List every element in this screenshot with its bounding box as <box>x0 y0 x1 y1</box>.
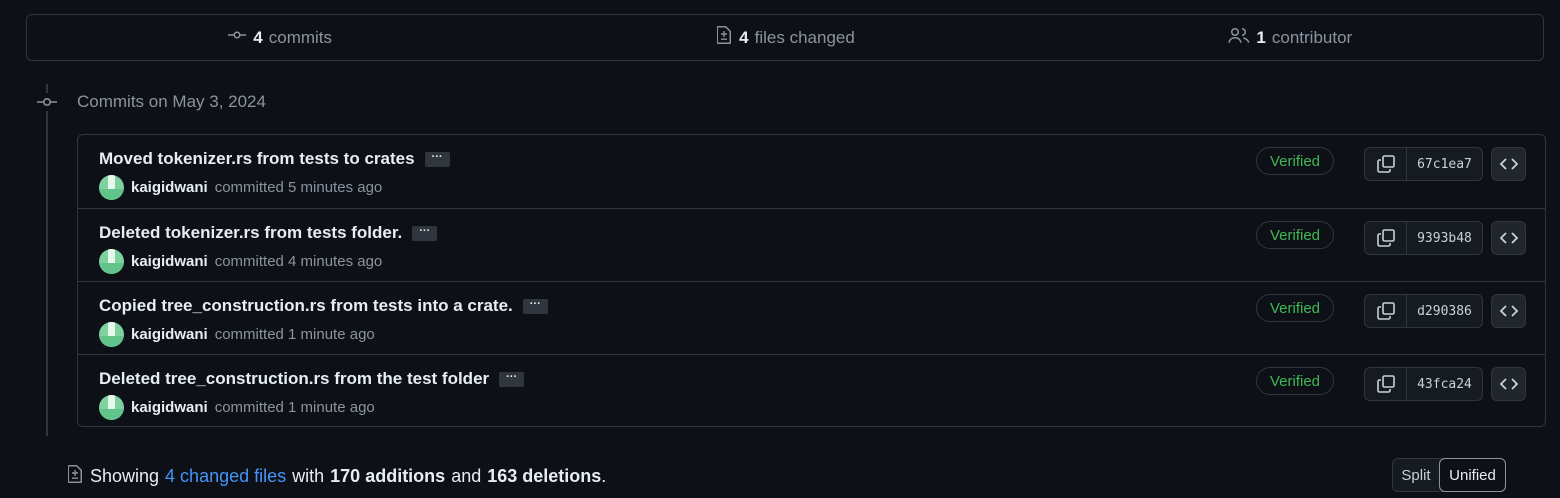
sha-group: 67c1ea7 <box>1364 147 1483 181</box>
file-diff-icon <box>66 464 84 489</box>
people-icon <box>1228 26 1250 49</box>
browse-repository-button[interactable] <box>1491 221 1526 255</box>
commit-author-link[interactable]: kaigidwani <box>131 253 208 270</box>
avatar[interactable] <box>99 322 124 347</box>
commit-author-link[interactable]: kaigidwani <box>131 399 208 416</box>
verified-badge[interactable]: Verified <box>1256 147 1334 175</box>
commit-message-link[interactable]: Moved tokenizer.rs from tests to crates <box>99 149 415 169</box>
unified-view-button[interactable]: Unified <box>1439 458 1506 492</box>
commit-sha-link[interactable]: 9393b48 <box>1407 231 1482 246</box>
avatar[interactable] <box>99 395 124 420</box>
commit-list: Moved tokenizer.rs from tests to crates … <box>77 134 1546 427</box>
commit-row: Deleted tree_construction.rs from the te… <box>78 354 1545 426</box>
copy-icon <box>1376 155 1395 173</box>
commits-count: 4 <box>253 27 263 47</box>
commit-row: Copied tree_construction.rs from tests i… <box>78 281 1545 354</box>
summary-commits[interactable]: 4 commits <box>27 27 532 48</box>
commit-row: Deleted tokenizer.rs from tests folder. … <box>78 208 1545 281</box>
avatar[interactable] <box>99 249 124 274</box>
sha-group: d290386 <box>1364 294 1483 328</box>
summary-files-changed[interactable]: 4 files changed <box>532 25 1037 50</box>
file-diff-icon <box>715 25 733 50</box>
git-commit-icon <box>227 27 247 48</box>
copy-sha-button[interactable] <box>1365 222 1407 254</box>
showing-prefix: Showing <box>90 466 160 486</box>
copy-icon <box>1376 375 1395 393</box>
timeline-line <box>46 84 48 436</box>
commit-time: committed 5 minutes ago <box>214 179 383 196</box>
code-icon <box>1499 158 1518 170</box>
commit-time: committed 1 minute ago <box>214 399 375 416</box>
contributors-count: 1 <box>1256 27 1266 47</box>
commit-time: committed 1 minute ago <box>214 326 375 343</box>
diff-view-toggle: Split Unified <box>1392 458 1506 492</box>
verified-badge[interactable]: Verified <box>1256 367 1334 395</box>
commit-author-link[interactable]: kaigidwani <box>131 326 208 343</box>
summary-contributors[interactable]: 1 contributor <box>1038 26 1543 49</box>
sha-group: 9393b48 <box>1364 221 1483 255</box>
files-count: 4 <box>739 27 749 47</box>
copy-icon <box>1376 302 1395 320</box>
sha-group: 43fca24 <box>1364 367 1483 401</box>
split-view-button[interactable]: Split <box>1393 459 1439 491</box>
commit-sha-link[interactable]: 43fca24 <box>1407 377 1482 392</box>
files-changed-summary: Showing 4 changed files with 170 additio… <box>66 464 606 489</box>
with-text: with <box>292 466 325 486</box>
deletions-count: 163 deletions <box>487 466 602 486</box>
copy-icon <box>1376 229 1395 247</box>
showing-suffix: . <box>601 466 607 486</box>
contributors-label: contributor <box>1271 27 1353 47</box>
code-icon <box>1499 378 1518 390</box>
commit-author-link[interactable]: kaigidwani <box>131 179 208 196</box>
copy-sha-button[interactable] <box>1365 148 1407 180</box>
verified-badge[interactable]: Verified <box>1256 294 1334 322</box>
commit-date-heading: Commits on May 3, 2024 <box>77 92 266 111</box>
commit-message-link[interactable]: Deleted tokenizer.rs from tests folder. <box>99 223 402 243</box>
copy-sha-button[interactable] <box>1365 295 1407 327</box>
browse-repository-button[interactable] <box>1491 147 1526 181</box>
files-label: files changed <box>754 27 855 47</box>
commit-sha-link[interactable]: 67c1ea7 <box>1407 157 1482 172</box>
additions-count: 170 additions <box>330 466 446 486</box>
git-commit-icon <box>36 93 58 111</box>
commit-time: committed 4 minutes ago <box>214 253 383 270</box>
commit-row: Moved tokenizer.rs from tests to crates … <box>78 135 1545 208</box>
commit-message-link[interactable]: Deleted tree_construction.rs from the te… <box>99 369 489 389</box>
browse-repository-button[interactable] <box>1491 294 1526 328</box>
compare-summary-bar: 4 commits 4 files changed 1 contributor <box>26 14 1544 61</box>
commits-label: commits <box>268 27 333 47</box>
changed-files-link[interactable]: 4 changed files <box>165 466 286 487</box>
expand-message-button[interactable]: ··· <box>424 151 450 167</box>
expand-message-button[interactable]: ··· <box>499 371 525 387</box>
commit-message-link[interactable]: Copied tree_construction.rs from tests i… <box>99 296 513 316</box>
code-icon <box>1499 232 1518 244</box>
commit-sha-link[interactable]: d290386 <box>1407 304 1482 319</box>
copy-sha-button[interactable] <box>1365 368 1407 400</box>
avatar[interactable] <box>99 175 124 200</box>
expand-message-button[interactable]: ··· <box>522 298 548 314</box>
browse-repository-button[interactable] <box>1491 367 1526 401</box>
code-icon <box>1499 305 1518 317</box>
and-text: and <box>451 466 482 486</box>
verified-badge[interactable]: Verified <box>1256 221 1334 249</box>
expand-message-button[interactable]: ··· <box>412 225 438 241</box>
